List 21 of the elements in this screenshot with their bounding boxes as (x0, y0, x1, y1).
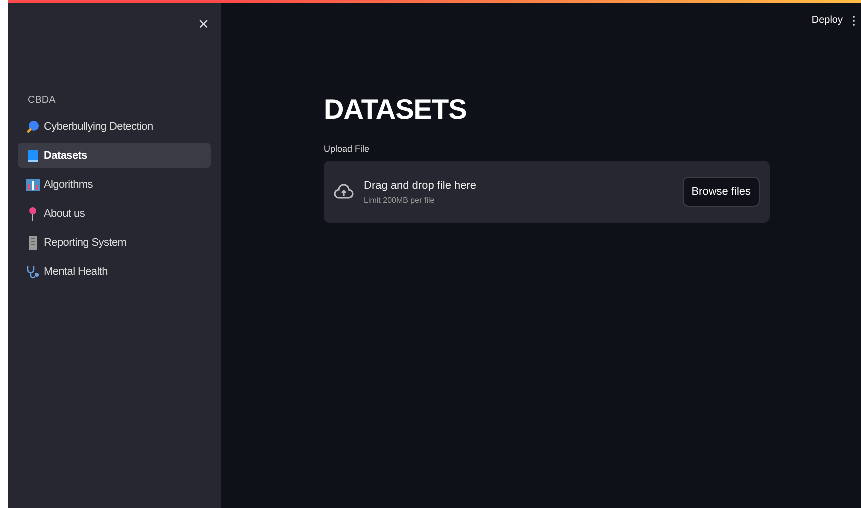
drop-prompt: Drag and drop file here (364, 180, 478, 192)
close-button[interactable]: × (196, 15, 211, 33)
cloud-upload-icon (334, 183, 354, 201)
building-icon (26, 236, 40, 250)
browse-files-button[interactable]: Browse files (682, 177, 760, 207)
sidebar-item[interactable]: Algorithms (18, 172, 211, 197)
bar-chart-icon (26, 178, 40, 192)
magnifier-icon (26, 120, 40, 134)
file-dropzone[interactable]: Drag and drop file here Limit 200MB per file Browse files (324, 161, 770, 223)
deploy-button[interactable]: Deploy (812, 15, 843, 26)
size-limit: Limit 200MB per file (364, 196, 436, 204)
stethoscope-icon (26, 264, 40, 278)
sidebar-item[interactable]: Mental Health (18, 259, 211, 284)
section-title: CBDA (28, 95, 57, 106)
sidebar-item[interactable]: Reporting System (18, 230, 211, 255)
sidebar-item[interactable]: Datasets (18, 143, 211, 168)
sidebar-item[interactable]: Cyberbullying Detection (18, 114, 211, 139)
book-icon (26, 148, 40, 162)
sidebar-item[interactable]: About us (18, 201, 211, 226)
upload-label: Upload File (324, 144, 371, 154)
page-title: DATASETS (324, 94, 468, 126)
